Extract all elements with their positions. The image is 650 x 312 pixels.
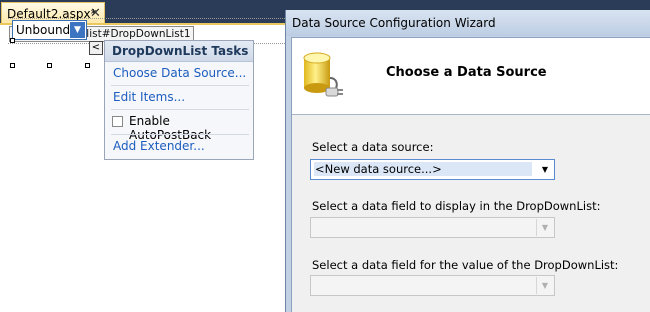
chevron-down-icon[interactable]: ▼ [537, 161, 553, 178]
edit-items-link[interactable]: Edit Items... [113, 90, 185, 104]
wizard-content: Choose a Data Source Select a data sourc… [291, 37, 650, 312]
data-source-wizard-dialog: Data Source Configuration Wizard Choose … [285, 10, 650, 312]
database-plug-icon [303, 52, 343, 97]
enable-autopostback-checkbox[interactable] [112, 116, 123, 127]
data-source-select-value: <New data source...> [314, 162, 532, 176]
wizard-titlebar[interactable]: Data Source Configuration Wizard [286, 10, 650, 36]
dropdownlist-tasks-panel: DropDownList Tasks Choose Data Source...… [104, 40, 254, 160]
value-field-label: Select a data field for the value of the… [312, 258, 619, 272]
tasks-divider [111, 109, 249, 110]
wizard-banner: Choose a Data Source [292, 38, 650, 115]
select-data-source-label: Select a data source: [312, 140, 434, 154]
chevron-down-icon[interactable]: ▼ [536, 219, 553, 236]
chevron-down-icon[interactable]: ▼ [536, 277, 553, 294]
dropdownlist-control[interactable]: Unbound ▼ [12, 20, 87, 40]
display-field-label: Select a data field to display in the Dr… [312, 199, 601, 213]
add-extender-link[interactable]: Add Extender... [113, 139, 205, 153]
wizard-heading: Choose a Data Source [386, 65, 547, 80]
wizard-body: Select a data source: <New data source..… [292, 115, 650, 312]
resize-handle-se[interactable] [85, 63, 90, 68]
enable-autopostback-label[interactable]: Enable AutoPostBack [129, 114, 253, 142]
dropdownlist-value: Unbound [16, 23, 71, 37]
tasks-panel-title: DropDownList Tasks [105, 41, 253, 62]
display-field-select[interactable]: ▼ [310, 217, 555, 238]
value-field-select[interactable]: ▼ [310, 275, 555, 296]
smart-tag-button[interactable]: < [89, 41, 103, 55]
tasks-divider [111, 134, 249, 135]
choose-data-source-link[interactable]: Choose Data Source... [113, 66, 246, 80]
data-source-select[interactable]: <New data source...> ▼ [310, 159, 555, 180]
tasks-divider [111, 85, 249, 86]
resize-handle-s[interactable] [47, 63, 52, 68]
resize-handle-nw[interactable] [10, 38, 15, 43]
chevron-down-icon[interactable]: ▼ [70, 22, 85, 38]
resize-handle-sw[interactable] [10, 63, 15, 68]
designer-pane: Default2.aspx* ✕ asp:dropdownlist#DropDo… [0, 0, 285, 312]
wizard-title: Data Source Configuration Wizard [292, 16, 496, 30]
